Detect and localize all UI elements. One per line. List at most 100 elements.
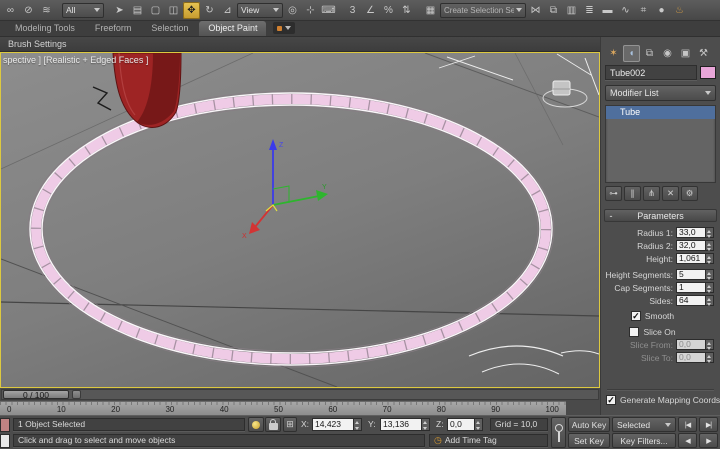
time-slider-handle[interactable]: 0 / 100 [3,390,69,399]
select-and-link-icon[interactable]: ∞ [2,2,19,19]
maxscript-mini-listener[interactable] [0,434,10,448]
remove-modifier-icon[interactable]: ✕ [662,186,679,201]
brush-settings-panel-tab[interactable]: Brush Settings [8,39,67,49]
helper-object[interactable] [543,81,587,107]
spinner-snap-icon[interactable]: ⇅ [398,2,415,19]
pin-stack-icon[interactable]: ⊶ [605,186,622,201]
key-filters-button[interactable]: Key Filters... [612,433,676,448]
layer-manager-icon[interactable]: ≣ [581,2,598,19]
percent-snap-icon[interactable]: % [380,2,397,19]
add-time-tag-field[interactable]: ◷ Add Time Tag [429,434,548,447]
configure-modifier-sets-icon[interactable]: ⚙ [681,186,698,201]
bind-to-space-warp-icon[interactable]: ≋ [38,2,55,19]
select-and-scale-icon[interactable]: ⊿ [219,2,236,19]
object-name-field[interactable]: Tube002 [605,65,697,80]
height-segments-input[interactable]: 5 [676,269,706,280]
coord-z-spinner[interactable] [475,418,483,431]
set-key-mode-toggle[interactable] [551,417,566,448]
height-segments-spinner[interactable] [706,269,714,280]
ribbon-options-button[interactable] [273,22,295,34]
ribbon-tab-freeform[interactable]: Freeform [86,21,141,36]
radius2-spinner[interactable] [706,240,714,251]
tab-hierarchy-icon[interactable]: ⧉ [641,45,658,62]
cap-segments-input[interactable]: 1 [676,282,706,293]
maxscript-mini-listener-macro[interactable] [0,418,10,432]
sides-input[interactable]: 64 [676,295,706,306]
stack-item-tube[interactable]: Tube [606,106,715,119]
tube-object[interactable] [28,91,554,367]
selection-lock-toggle[interactable] [265,417,281,432]
window-crossing-icon[interactable]: ◫ [165,2,182,19]
schematic-view-icon[interactable]: ⌗ [635,2,652,19]
coord-y-spinner[interactable] [422,418,430,431]
select-object-icon[interactable]: ➤ [111,2,128,19]
height-input[interactable]: 1,061 [676,253,706,264]
coord-y-input[interactable]: 13,136 [380,418,422,431]
height-spinner[interactable] [706,253,714,264]
rectangular-selection-region-icon[interactable]: ▢ [147,2,164,19]
ribbon-tab-selection[interactable]: Selection [142,21,197,36]
select-by-name-icon[interactable]: ▤ [129,2,146,19]
scene-explorer-icon[interactable]: ▥ [563,2,580,19]
render-setup-icon[interactable]: ♨ [671,2,688,19]
ribbon-tab-object-paint[interactable]: Object Paint [199,21,266,36]
coord-x-input[interactable]: 14,423 [312,418,354,431]
time-slider-track[interactable]: 0 / 100 [1,389,599,400]
radius2-input[interactable]: 32,0 [676,240,706,251]
tab-modify-icon[interactable]: ◖ [623,45,640,62]
named-selection-sets-dropdown[interactable]: Create Selection Se [440,3,526,18]
snap-toggle-3d-icon[interactable]: 3 [344,2,361,19]
reference-coordinate-system-dropdown[interactable]: View [237,3,283,18]
ribbon-tab-modeling-tools[interactable]: Modeling Tools [6,21,84,36]
slice-on-checkbox[interactable] [629,327,639,337]
viewport-label[interactable]: spective ] [Realistic + Edged Faces ] [3,55,148,65]
mirror-icon[interactable]: ⋈ [527,2,544,19]
object-color-swatch[interactable] [700,66,716,79]
unlink-selection-icon[interactable]: ⊘ [20,2,37,19]
tab-display-icon[interactable]: ▣ [677,45,694,62]
keyboard-shortcut-override-icon[interactable]: ⌨ [320,2,337,19]
radius1-input[interactable]: 33,0 [676,227,706,238]
show-end-result-icon[interactable]: ∥ [624,186,641,201]
track-bar-ruler[interactable]: 0 10 20 30 40 50 60 70 80 90 100 [0,401,566,415]
set-key-button[interactable]: Set Key [568,433,610,448]
tab-motion-icon[interactable]: ◉ [659,45,676,62]
go-to-end-button[interactable]: ▶| [699,417,718,432]
isolate-selection-toggle[interactable] [248,417,264,432]
smooth-checkbox[interactable]: ✓ [631,311,641,321]
previous-frame-button[interactable]: ◀ [678,433,697,448]
transform-typein-mode-button[interactable]: ⊞ [283,417,297,432]
track-bar[interactable]: 0 10 20 30 40 50 60 70 80 90 100 [0,401,600,415]
select-and-rotate-icon[interactable]: ↻ [201,2,218,19]
sides-spinner[interactable] [706,295,714,306]
modifier-stack[interactable]: Tube [605,105,716,183]
viewport-canvas[interactable]: Z Y X [1,53,599,387]
select-and-manipulate-icon[interactable]: ⊹ [302,2,319,19]
graphite-ribbon-toggle-icon[interactable]: ▬ [599,2,616,19]
align-icon[interactable]: ⧉ [545,2,562,19]
radius1-spinner[interactable] [706,227,714,238]
coord-z-input[interactable]: 0,0 [447,418,475,431]
angle-snap-icon[interactable]: ∠ [362,2,379,19]
key-filter-scope-dropdown[interactable]: Selected [612,417,676,432]
generate-mapping-checkbox[interactable]: ✓ [606,395,616,405]
modifier-list-dropdown[interactable]: Modifier List [605,85,716,101]
time-slider[interactable]: 0 / 100 [0,388,600,401]
time-slider-nub[interactable] [72,390,81,399]
material-editor-icon[interactable]: ● [653,2,670,19]
auto-key-button[interactable]: Auto Key [568,417,610,432]
tab-create-icon[interactable]: ✶ [605,45,622,62]
select-and-move-icon[interactable]: ✥ [183,2,200,19]
go-to-start-button[interactable]: |◀ [678,417,697,432]
edit-named-selection-sets-icon[interactable]: ▦ [422,2,439,19]
tab-utilities-icon[interactable]: ⚒ [695,45,712,62]
move-gizmo[interactable]: Z Y X [242,139,328,240]
selection-filter-dropdown[interactable]: All [62,3,104,18]
use-pivot-point-center-icon[interactable]: ◎ [284,2,301,19]
cap-segments-spinner[interactable] [706,282,714,293]
next-frame-button[interactable]: ▶ [699,433,718,448]
coord-x-spinner[interactable] [354,418,362,431]
viewport-perspective[interactable]: Z Y X spective ] [Realistic + Edged Face… [0,52,600,388]
curve-editor-icon[interactable]: ∿ [617,2,634,19]
make-unique-icon[interactable]: ⋔ [643,186,660,201]
